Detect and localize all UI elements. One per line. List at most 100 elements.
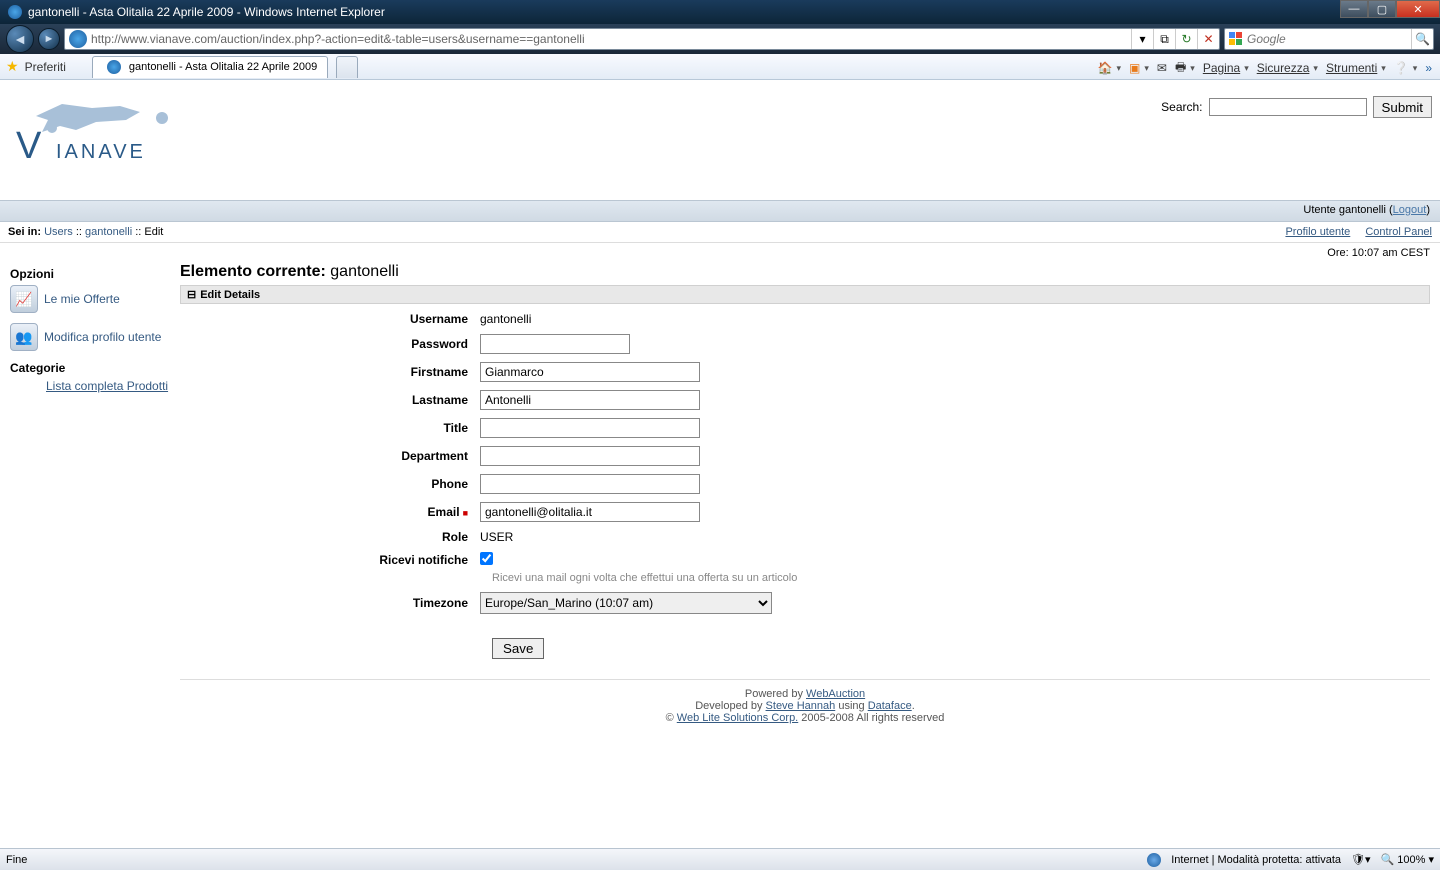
address-bar[interactable]: ▾ ⧉ ↻ ✕ [64,28,1220,50]
tab-favicon [107,60,121,74]
help-button[interactable]: ❔ [1394,61,1417,75]
site-search-input[interactable] [1209,98,1367,116]
window-title: gantonelli - Asta Olitalia 22 Aprile 200… [28,5,385,19]
refresh-button[interactable]: ↻ [1175,29,1197,49]
breadcrumb: Sei in: Users :: gantonelli :: Edit [8,226,163,238]
sidebar-item-lista-prodotti[interactable]: Lista completa Prodotti [46,379,170,393]
input-phone[interactable] [480,474,700,494]
required-icon: ■ [463,508,468,518]
browser-search-button[interactable]: 🔍 [1411,29,1433,49]
input-password[interactable] [480,334,630,354]
sidebar-heading-opzioni: Opzioni [10,267,170,281]
zoom-level[interactable]: 🔍 100% ▾ [1381,853,1434,866]
tools-menu[interactable]: Strumenti [1326,61,1386,75]
stop-button[interactable]: ✕ [1197,29,1219,49]
label-phone: Phone [180,477,480,491]
browser-statusbar: Fine Internet | Modalità protetta: attiv… [0,848,1440,870]
input-department[interactable] [480,446,700,466]
search-label: Search: [1161,100,1202,114]
site-search-submit[interactable]: Submit [1373,96,1432,118]
checkbox-ricevi-notifiche[interactable] [480,552,493,565]
profile-icon: 👥 [10,323,38,351]
label-email: Email■ [180,505,480,519]
logout-link[interactable]: Logout [1393,204,1427,216]
sidebar-item-modifica-profilo[interactable]: 👥 Modifica profilo utente [10,323,170,351]
tab-title: gantonelli - Asta Olitalia 22 Aprile 200… [129,61,317,73]
address-dropdown-button[interactable]: ▾ [1131,29,1153,49]
status-zone[interactable]: Internet | Modalità protetta: attivata [1171,854,1341,866]
protected-mode-button[interactable]: 🛡▾ [1351,853,1371,866]
browser-tab-active[interactable]: gantonelli - Asta Olitalia 22 Aprile 200… [92,56,328,78]
collapse-icon[interactable]: ⊟ [187,288,196,301]
site-search-form: Search: Submit [1161,96,1432,118]
browser-search[interactable]: 🔍 [1224,28,1434,50]
hint-ricevi-notifiche: Ricevi una mail ogni volta che effettui … [492,572,1430,584]
svg-text:IANAVE: IANAVE [56,141,146,163]
section-edit-details[interactable]: ⊟ Edit Details [180,285,1430,304]
page-menu[interactable]: Pagina [1203,61,1249,75]
page-footer: Powered by WebAuction Developed by Steve… [180,679,1430,732]
google-icon [1229,32,1243,46]
address-input[interactable] [91,32,1131,46]
toolbar-overflow[interactable]: » [1425,61,1432,75]
breadcrumb-user[interactable]: gantonelli [85,226,132,238]
command-bar: 🏠 ▣ ✉ 🖶 Pagina Sicurezza Strumenti ❔ » [1098,56,1432,80]
feeds-button[interactable]: ▣ [1129,61,1149,75]
compat-view-button[interactable]: ⧉ [1153,29,1175,49]
sidebar-heading-categorie: Categorie [10,361,170,375]
link-webauction[interactable]: WebAuction [806,688,865,700]
sidebar: Opzioni 📈 Le mie Offerte 👥 Modifica prof… [10,263,170,393]
label-lastname: Lastname [180,393,480,407]
input-email[interactable] [480,502,700,522]
label-title: Title [180,421,480,435]
page-icon [69,30,87,48]
safety-menu[interactable]: Sicurezza [1257,61,1318,75]
ie-icon [8,5,22,19]
label-department: Department [180,449,480,463]
page-content: V IANAVE Search: Submit Utente gantonell… [0,80,1440,848]
label-timezone: Timezone [180,596,480,610]
new-tab-button[interactable] [336,56,358,78]
browser-search-input[interactable] [1247,32,1411,46]
link-weblite[interactable]: Web Lite Solutions Corp. [677,712,798,724]
print-button[interactable]: 🖶 [1175,58,1195,79]
value-username: gantonelli [480,312,531,326]
label-ricevi-notifiche: Ricevi notifiche [180,553,480,567]
label-username: Username [180,312,480,326]
breadcrumb-users[interactable]: Users [44,226,73,238]
window-titlebar: gantonelli - Asta Olitalia 22 Aprile 200… [0,0,1440,24]
label-role: Role [180,530,480,544]
page-title: Elemento corrente: gantonelli [180,263,1430,281]
link-steve-hannah[interactable]: Steve Hannah [766,700,836,712]
home-button[interactable]: 🏠 [1098,61,1121,75]
site-logo: V IANAVE [12,98,192,173]
window-maximize-button[interactable]: ▢ [1368,0,1396,18]
input-firstname[interactable] [480,362,700,382]
server-time: Ore: 10:07 am CEST [0,243,1440,263]
input-title[interactable] [480,418,700,438]
save-button[interactable]: Save [492,638,544,659]
breadcrumb-current: Edit [144,226,163,238]
favorites-label[interactable]: Preferiti [25,60,66,74]
label-firstname: Firstname [180,365,480,379]
select-timezone[interactable]: Europe/San_Marino (10:07 am) [480,592,772,614]
globe-icon [1147,853,1161,867]
window-close-button[interactable]: ✕ [1396,0,1440,18]
link-dataface[interactable]: Dataface [868,700,912,712]
back-button[interactable]: ◄ [6,25,34,53]
offers-icon: 📈 [10,285,38,313]
sidebar-item-mie-offerte[interactable]: 📈 Le mie Offerte [10,285,170,313]
favorites-star-icon[interactable]: ★ [6,58,19,75]
status-text: Fine [6,854,27,866]
input-lastname[interactable] [480,390,700,410]
value-role: USER [480,530,513,544]
link-profilo-utente[interactable]: Profilo utente [1285,226,1350,238]
label-password: Password [180,337,480,351]
user-bar: Utente gantonelli (Logout) [0,200,1440,222]
forward-button[interactable]: ► [38,28,60,50]
read-mail-button[interactable]: ✉ [1157,61,1167,75]
link-control-panel[interactable]: Control Panel [1365,226,1432,238]
window-minimize-button[interactable]: — [1340,0,1368,18]
main-content: Elemento corrente: gantonelli ⊟ Edit Det… [180,263,1430,732]
svg-text:V: V [16,125,42,167]
